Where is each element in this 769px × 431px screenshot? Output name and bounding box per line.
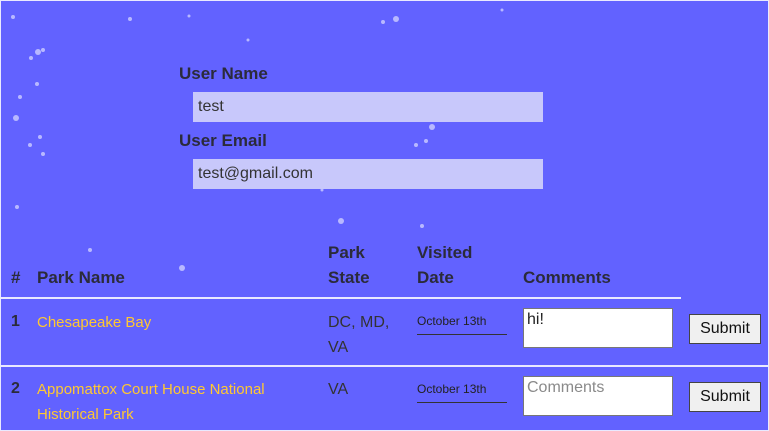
header-park-state-line2: State: [328, 268, 370, 287]
header-visited-date-line1: Visited: [417, 243, 473, 262]
user-name-label: User Name: [179, 64, 268, 83]
row-1-submit-button[interactable]: Submit: [689, 314, 761, 344]
row-2-submit-button[interactable]: Submit: [689, 382, 761, 412]
row-1-number: 1: [11, 313, 20, 330]
row-1-state-line1: DC, MD,: [328, 314, 390, 331]
header-divider: [0, 297, 681, 299]
user-email-input[interactable]: [193, 159, 543, 189]
user-email-label: User Email: [179, 131, 267, 150]
row-1-state-line2: VA: [328, 339, 349, 356]
header-park-name: Park Name: [37, 268, 125, 287]
user-name-input[interactable]: [193, 92, 543, 122]
header-park-state-line1: Park: [328, 243, 365, 262]
row-2-park-link-line1[interactable]: Appomattox Court House National: [37, 377, 265, 402]
header-visited-date-line2: Date: [417, 268, 454, 287]
row-1-comment-textarea[interactable]: hi!: [523, 308, 673, 348]
header-number: #: [11, 268, 21, 287]
row-2-number: 2: [11, 380, 20, 397]
row-1-visited-date[interactable]: October 13th: [417, 314, 507, 335]
row-1-park-link[interactable]: Chesapeake Bay: [37, 310, 151, 335]
row-divider: [0, 365, 769, 367]
row-2-visited-date[interactable]: October 13th: [417, 382, 507, 403]
row-2-comment-textarea[interactable]: [523, 376, 673, 416]
row-2-state-line1: VA: [328, 381, 349, 398]
row-2-park-link-line2[interactable]: Historical Park: [37, 402, 134, 427]
header-comments: Comments: [523, 268, 611, 287]
